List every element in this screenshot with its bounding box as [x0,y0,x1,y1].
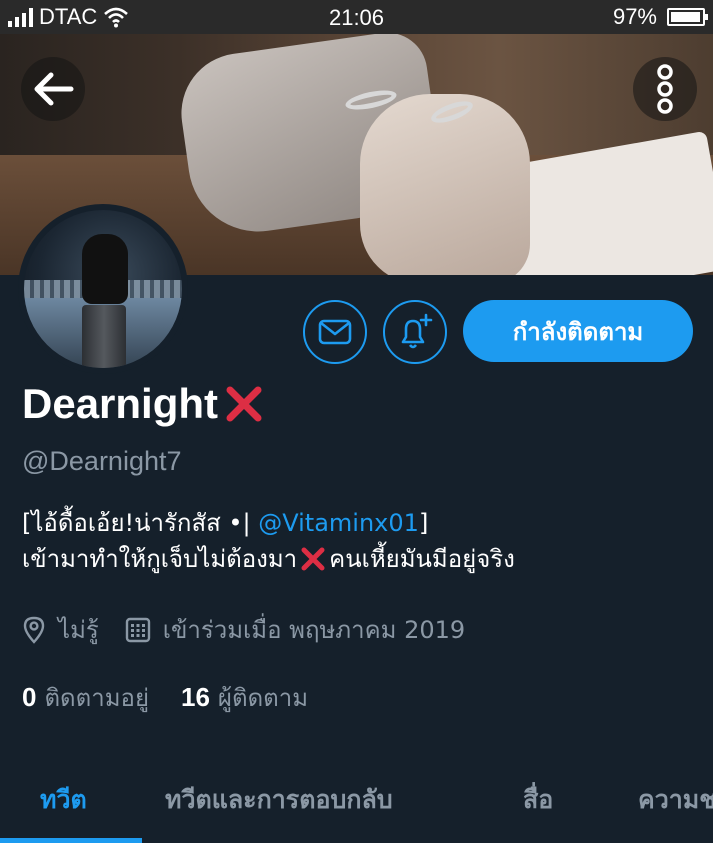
profile-tabs: ทวีต ทวีตและการตอบกลับ สื่อ ความชอบ [0,760,713,843]
profile-bio: [ไอ้ดื้อเอ้ย!น่ารักสัส •| @Vitaminx01] เ… [22,505,702,577]
avatar[interactable] [18,204,188,374]
joined-text: เข้าร่วมเมื่อ พฤษภาคม 2019 [162,616,466,644]
battery-percent: 97% [612,4,657,29]
status-right: 97% [612,4,708,30]
followers-count-link[interactable]: 16 ผู้ติดตาม [181,678,308,717]
bio-text: คนเหี้ยมันมีอยู่จริง [329,545,515,573]
bio-line-2: เข้ามาทำให้กูเจ็บไม่ต้องมา คนเหี้ยมันมีอ… [22,541,702,577]
following-button[interactable]: กำลังติดตาม [463,300,693,362]
followers-count: 16 [181,682,210,712]
calendar-icon [125,617,150,642]
tab-media[interactable]: สื่อ [523,780,553,820]
bio-text: [ไอ้ดื้อเอ้ย!น่ารักสัส •| [22,509,259,537]
bio-mention-link[interactable]: @Vitaminx01 [258,509,419,537]
cross-mark-icon [226,386,262,422]
following-count-link[interactable]: 0 ติดตามอยู่ [22,678,149,717]
profile-meta: ไม่รู้ เข้าร่วมเมื่อ พฤษภาคม 2019 [22,610,491,649]
more-button[interactable] [633,57,697,121]
envelope-icon [318,319,352,345]
follow-counts: 0 ติดตามอยู่ 16 ผู้ติดตาม [22,678,308,717]
location-item: ไม่รู้ [22,610,99,649]
more-vertical-icon [657,64,673,114]
avatar-bin [82,305,126,368]
message-button[interactable] [303,300,367,364]
tab-likes[interactable]: ความชอบ [638,780,713,820]
active-tab-indicator [0,838,142,843]
profile-name-row: Dearnight [22,380,266,428]
tab-tweets[interactable]: ทวีต [40,780,87,820]
notify-button[interactable] [383,300,447,364]
avatar-person [82,234,128,304]
back-button[interactable] [21,57,85,121]
profile-handle: @Dearnight7 [22,446,182,476]
bio-line-1: [ไอ้ดื้อเอ้ย!น่ารักสัส •| @Vitaminx01] [22,505,702,541]
location-pin-icon [23,616,45,644]
followers-label: ผู้ติดตาม [217,684,309,712]
joined-item: เข้าร่วมเมื่อ พฤษภาคม 2019 [125,610,465,649]
tab-tweets-and-replies[interactable]: ทวีตและการตอบกลับ [165,780,393,820]
battery-icon [667,8,708,26]
profile-name: Dearnight [22,380,219,427]
bell-plus-icon [401,313,433,349]
cross-mark-icon [301,547,325,571]
status-time: 21:06 [328,5,385,30]
status-bar: DTAC 21:06 97% [0,0,713,34]
location-text: ไม่รู้ [58,616,99,644]
bio-text: ] [418,509,429,537]
following-label: ติดตามอยู่ [44,684,149,712]
bio-text: เข้ามาทำให้กูเจ็บไม่ต้องมา [22,545,298,573]
following-count: 0 [22,682,37,712]
arrow-left-icon [34,72,74,106]
